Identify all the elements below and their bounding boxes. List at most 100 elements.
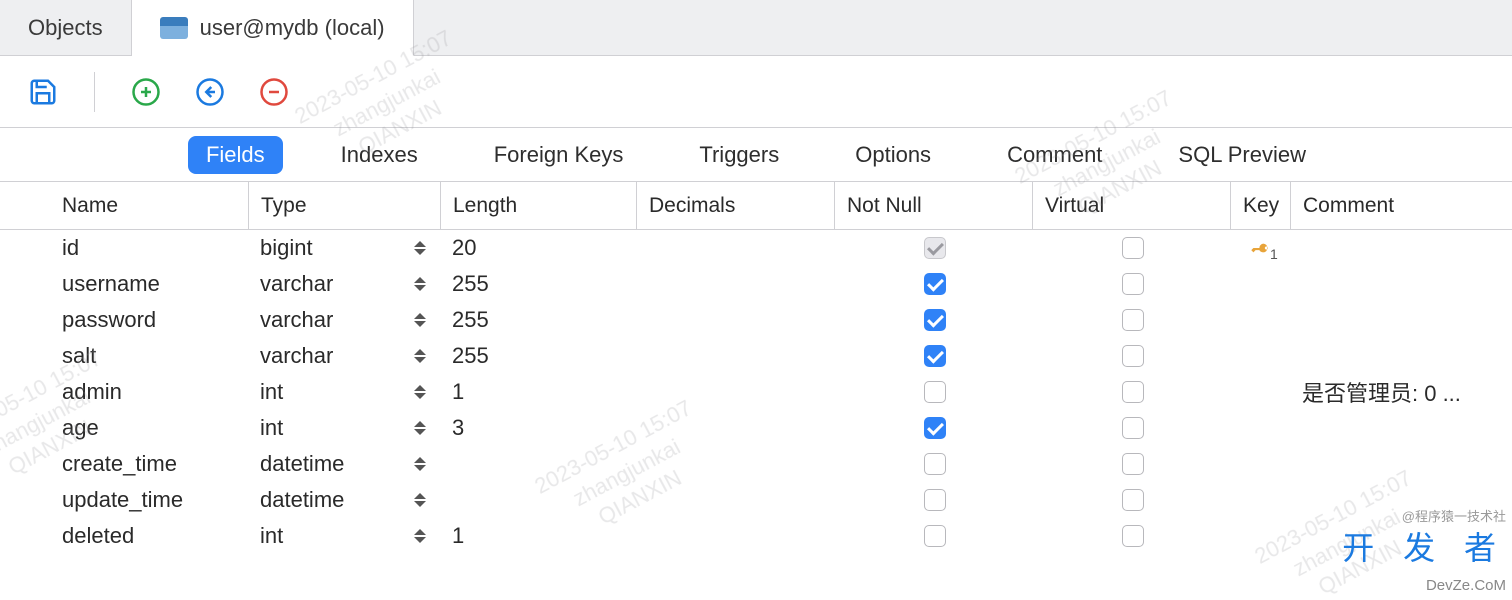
notnull-checkbox[interactable] (924, 309, 946, 331)
back-button[interactable] (193, 75, 227, 109)
tab-comment[interactable]: Comment (989, 136, 1120, 174)
tab-user-table[interactable]: user@mydb (local) (132, 0, 414, 56)
field-length-cell[interactable]: 1 (440, 523, 636, 549)
table-row[interactable]: idbigint201 (0, 230, 1512, 266)
field-name-cell[interactable]: update_time (50, 487, 248, 513)
field-type-cell[interactable]: varchar (248, 271, 440, 297)
notnull-checkbox[interactable] (924, 489, 946, 511)
field-virtual-cell (1032, 309, 1230, 331)
save-button[interactable] (26, 75, 60, 109)
field-virtual-cell (1032, 273, 1230, 295)
virtual-checkbox[interactable] (1122, 381, 1144, 403)
tab-objects[interactable]: Objects (0, 0, 132, 55)
table-row[interactable]: adminint1 是否管理员: 0 ... (0, 374, 1512, 410)
tab-bar: Objects user@mydb (local) (0, 0, 1512, 56)
field-name-cell[interactable]: admin (50, 379, 248, 405)
type-stepper[interactable] (414, 453, 428, 475)
virtual-checkbox[interactable] (1122, 273, 1144, 295)
field-type-label: int (260, 415, 283, 441)
notnull-checkbox[interactable] (924, 417, 946, 439)
type-stepper[interactable] (414, 381, 428, 403)
field-type-label: bigint (260, 235, 313, 261)
field-name-cell[interactable]: deleted (50, 523, 248, 549)
col-header-length[interactable]: Length (440, 182, 636, 229)
field-type-label: int (260, 523, 283, 549)
field-length-cell[interactable]: 1 (440, 379, 636, 405)
tab-fields[interactable]: Fields (188, 136, 283, 174)
col-header-type[interactable]: Type (248, 182, 440, 229)
field-notnull-cell (834, 273, 1032, 295)
notnull-checkbox[interactable] (924, 381, 946, 403)
col-header-virtual[interactable]: Virtual (1032, 182, 1230, 229)
field-name-cell[interactable]: salt (50, 343, 248, 369)
field-name-cell[interactable]: create_time (50, 451, 248, 477)
field-length-cell[interactable]: 20 (440, 235, 636, 261)
table-icon (160, 17, 188, 39)
add-field-button[interactable] (129, 75, 163, 109)
col-header-notnull[interactable]: Not Null (834, 182, 1032, 229)
toolbar (0, 56, 1512, 128)
virtual-checkbox[interactable] (1122, 345, 1144, 367)
field-type-cell[interactable]: datetime (248, 487, 440, 513)
virtual-checkbox[interactable] (1122, 525, 1144, 547)
field-name-cell[interactable]: username (50, 271, 248, 297)
table-row[interactable]: usernamevarchar255 (0, 266, 1512, 302)
field-type-label: varchar (260, 307, 333, 333)
notnull-checkbox[interactable] (924, 273, 946, 295)
notnull-checkbox[interactable] (924, 525, 946, 547)
virtual-checkbox[interactable] (1122, 417, 1144, 439)
table-row[interactable]: ageint 3 (0, 410, 1512, 446)
tab-triggers[interactable]: Triggers (681, 136, 797, 174)
field-comment-cell[interactable]: 是否管理员: 0 ... (1290, 376, 1512, 408)
field-length-cell[interactable]: 255 (440, 343, 636, 369)
fields-grid-body: idbigint201usernamevarchar255passwordvar… (0, 230, 1512, 554)
table-row[interactable]: deleted int 1 (0, 518, 1512, 554)
virtual-checkbox[interactable] (1122, 453, 1144, 475)
field-type-cell[interactable]: varchar (248, 343, 440, 369)
col-header-name[interactable]: Name (50, 182, 248, 229)
type-stepper[interactable] (414, 345, 428, 367)
delete-field-button[interactable] (257, 75, 291, 109)
type-stepper[interactable] (414, 417, 428, 439)
type-stepper[interactable] (414, 237, 428, 259)
minus-icon (259, 77, 289, 107)
field-type-cell[interactable]: datetime (248, 451, 440, 477)
field-virtual-cell (1032, 489, 1230, 511)
col-header-decimals[interactable]: Decimals (636, 182, 834, 229)
virtual-checkbox[interactable] (1122, 489, 1144, 511)
sub-tab-bar: Fields Indexes Foreign Keys Triggers Opt… (0, 128, 1512, 182)
tab-label: user@mydb (local) (200, 15, 385, 41)
field-length-cell[interactable]: 255 (440, 307, 636, 333)
type-stepper[interactable] (414, 489, 428, 511)
notnull-checkbox[interactable] (924, 453, 946, 475)
field-name-cell[interactable]: id (50, 235, 248, 261)
field-type-cell[interactable]: bigint (248, 235, 440, 261)
notnull-checkbox[interactable] (924, 237, 946, 259)
col-header-key[interactable]: Key (1230, 182, 1290, 229)
field-name-cell[interactable]: age (50, 415, 248, 441)
type-stepper[interactable] (414, 525, 428, 547)
tab-foreign-keys[interactable]: Foreign Keys (476, 136, 642, 174)
virtual-checkbox[interactable] (1122, 309, 1144, 331)
table-row[interactable]: saltvarchar255 (0, 338, 1512, 374)
table-row[interactable]: update_timedatetime (0, 482, 1512, 518)
col-header-comment[interactable]: Comment (1290, 182, 1512, 229)
notnull-checkbox[interactable] (924, 345, 946, 367)
type-stepper[interactable] (414, 273, 428, 295)
type-stepper[interactable] (414, 309, 428, 331)
table-row[interactable]: create_timedatetime (0, 446, 1512, 482)
field-length-cell[interactable]: 3 (440, 415, 636, 441)
tab-sql-preview[interactable]: SQL Preview (1160, 136, 1324, 174)
field-type-cell[interactable]: varchar (248, 307, 440, 333)
author-handle: @程序猿一技术社 (1342, 509, 1506, 526)
field-type-cell[interactable]: int (248, 379, 440, 405)
tab-options[interactable]: Options (837, 136, 949, 174)
field-type-cell[interactable]: int (248, 415, 440, 441)
virtual-checkbox[interactable] (1122, 237, 1144, 259)
tab-label: Objects (28, 15, 103, 41)
field-name-cell[interactable]: password (50, 307, 248, 333)
field-length-cell[interactable]: 255 (440, 271, 636, 297)
field-type-cell[interactable]: int (248, 523, 440, 549)
tab-indexes[interactable]: Indexes (323, 136, 436, 174)
table-row[interactable]: password varchar 255 (0, 302, 1512, 338)
